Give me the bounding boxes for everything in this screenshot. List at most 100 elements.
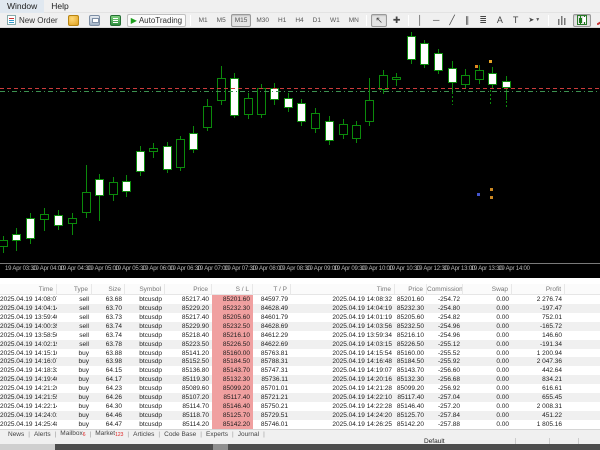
column-header-tp[interactable]: T / P	[253, 284, 291, 295]
bar-chart-button[interactable]	[553, 14, 571, 27]
line-chart-button[interactable]	[593, 14, 600, 27]
tab-code-base[interactable]: Code Base	[160, 431, 200, 438]
table-cell: 0.00	[463, 340, 512, 349]
vertical-line-button[interactable]: │	[413, 14, 427, 27]
candle-wick	[72, 213, 73, 235]
column-header-profit[interactable]: Profit	[512, 284, 565, 295]
timeframe-w1-button[interactable]: W1	[326, 14, 343, 27]
arrows-button[interactable]: ➤▼	[524, 14, 544, 27]
candle-body	[12, 234, 21, 241]
fibonacci-button[interactable]: ≣	[475, 14, 491, 27]
table-cell: 85099.20	[395, 384, 427, 393]
table-row[interactable]: 2025.04.19 14:02:19sell63.78btcusdp85223…	[0, 340, 600, 349]
profiles-button[interactable]	[64, 14, 83, 27]
table-row[interactable]: 2025.04.19 14:08:07sell63.68btcusdp85217…	[0, 295, 600, 304]
candle-body	[352, 125, 361, 139]
table-cell: btcusdp	[125, 375, 165, 384]
table-cell: -255.92	[427, 357, 463, 366]
column-header-swap[interactable]: Swap	[463, 284, 512, 295]
table-cell: sell	[57, 295, 92, 304]
autotrading-button[interactable]: ▶ AutoTrading	[127, 14, 186, 27]
table-row[interactable]: 2025.04.19 14:15:16buy63.88btcusdp85141.…	[0, 349, 600, 358]
table-row[interactable]: 2025.04.19 13:58:50sell63.74btcusdp85218…	[0, 331, 600, 340]
text-button[interactable]: T	[509, 14, 523, 27]
print-button[interactable]	[85, 14, 104, 27]
table-cell: 2025.04.19 14:08:32	[291, 295, 395, 304]
stop-loss-cell: 85216.10	[212, 331, 253, 340]
column-header-price[interactable]: Price	[395, 284, 427, 295]
horizontal-line-button[interactable]: ─	[429, 14, 443, 27]
time-axis-label: 19 Apr 14:00	[498, 266, 530, 272]
new-order-button[interactable]: New Order	[3, 14, 62, 27]
tab-mailbox[interactable]: Mailbox6	[56, 430, 89, 438]
tab-articles[interactable]: Articles	[129, 431, 158, 438]
table-cell: 85218.40	[165, 331, 212, 340]
channel-button[interactable]: ∥	[461, 14, 474, 27]
timeframe-h1-button[interactable]: H1	[275, 14, 290, 27]
column-header-sl[interactable]: S / L	[212, 284, 253, 295]
tab-market[interactable]: Market123	[91, 430, 127, 438]
column-header-size[interactable]: Size	[92, 284, 125, 295]
timeframe-h4-button[interactable]: H4	[292, 14, 307, 27]
table-cell: 64.15	[92, 366, 125, 375]
tab-experts[interactable]: Experts	[202, 431, 232, 438]
table-row[interactable]: 2025.04.19 14:22:14buy64.30btcusdp85114.…	[0, 402, 600, 411]
timeframe-m15-button[interactable]: M15	[231, 14, 251, 27]
text-label-button[interactable]: A	[493, 14, 507, 27]
table-cell: 85152.50	[165, 357, 212, 366]
table-cell: 84601.79	[253, 313, 291, 322]
table-row[interactable]: 2025.04.19 13:59:40sell63.73btcusdp85217…	[0, 313, 600, 322]
table-cell: 2025.04.19 14:24:01	[0, 411, 57, 420]
candle-body	[392, 77, 401, 80]
table-header-row[interactable]: TimeTypeSizeSymbolPriceS / LT / PTimePri…	[0, 284, 600, 295]
trade-arrow-marker	[475, 65, 478, 68]
table-cell: 63.74	[92, 322, 125, 331]
table-row[interactable]: 2025.04.19 14:25:48buy64.47btcusdp85114.…	[0, 420, 600, 429]
menu-window[interactable]: Window	[0, 0, 44, 13]
timeframe-mn-button[interactable]: MN	[345, 14, 362, 27]
column-header-commission[interactable]: Commission▽	[427, 284, 463, 295]
terminal-tabs: News|Alerts|Mailbox6|Market123|Articles|…	[0, 429, 600, 438]
table-row[interactable]: 2025.04.19 14:04:14sell63.70btcusdp85229…	[0, 304, 600, 313]
candle-body	[203, 106, 212, 128]
table-cell: 64.30	[92, 402, 125, 411]
tab-alerts[interactable]: Alerts	[30, 431, 55, 438]
column-header-type[interactable]: Type	[57, 284, 92, 295]
column-header-time[interactable]: Time	[0, 284, 57, 295]
table-row[interactable]: 2025.04.19 14:24:01buy64.46btcusdp85118.…	[0, 411, 600, 420]
menu-help[interactable]: Help	[44, 0, 75, 13]
table-row[interactable]: 2025.04.19 14:16:07buy63.98btcusdp85152.…	[0, 357, 600, 366]
table-cell: 2 008.31	[512, 402, 565, 411]
trendline-button[interactable]: ╱	[445, 14, 458, 27]
table-row[interactable]: 2025.04.19 14:18:32buy64.15btcusdp85136.…	[0, 366, 600, 375]
tab-news[interactable]: News	[4, 431, 28, 438]
tab-journal[interactable]: Journal	[234, 431, 263, 438]
table-cell: sell	[57, 313, 92, 322]
candle-body	[26, 218, 35, 239]
candlestick-chart-button[interactable]	[573, 14, 591, 27]
table-cell: 752.01	[512, 313, 565, 322]
table-cell: 1 200.94	[512, 349, 565, 358]
data-window-button[interactable]	[106, 14, 125, 27]
candlestick-chart[interactable]	[0, 28, 600, 263]
table-cell: btcusdp	[125, 295, 165, 304]
timeframe-d1-button[interactable]: D1	[309, 14, 324, 27]
table-row[interactable]: 2025.04.19 14:19:40buy64.17btcusdp85119.…	[0, 375, 600, 384]
table-cell: 85142.20	[395, 420, 427, 429]
data-window-icon	[110, 15, 121, 26]
column-header-price[interactable]: Price	[165, 284, 212, 295]
table-row[interactable]: 2025.04.19 14:21:26buy64.23btcusdp85089.…	[0, 384, 600, 393]
timeframe-m30-button[interactable]: M30	[253, 14, 273, 27]
table-cell: 2025.04.19 14:26:25	[291, 420, 395, 429]
table-row[interactable]: 2025.04.19 14:21:55buy64.26btcusdp85107.…	[0, 393, 600, 402]
cursor-button[interactable]: ↖	[371, 14, 387, 27]
stop-loss-cell: 85160.00	[212, 349, 253, 358]
column-header-time[interactable]: Time	[291, 284, 395, 295]
crosshair-button[interactable]: ✚	[389, 14, 405, 27]
timeframe-m1-button[interactable]: M1	[195, 14, 211, 27]
candle-body	[420, 43, 429, 65]
column-header-symbol[interactable]: Symbol	[125, 284, 165, 295]
toolbar-separator	[366, 15, 367, 26]
timeframe-m5-button[interactable]: M5	[213, 14, 229, 27]
table-row[interactable]: 2025.04.19 14:00:35sell63.74btcusdp85229…	[0, 322, 600, 331]
